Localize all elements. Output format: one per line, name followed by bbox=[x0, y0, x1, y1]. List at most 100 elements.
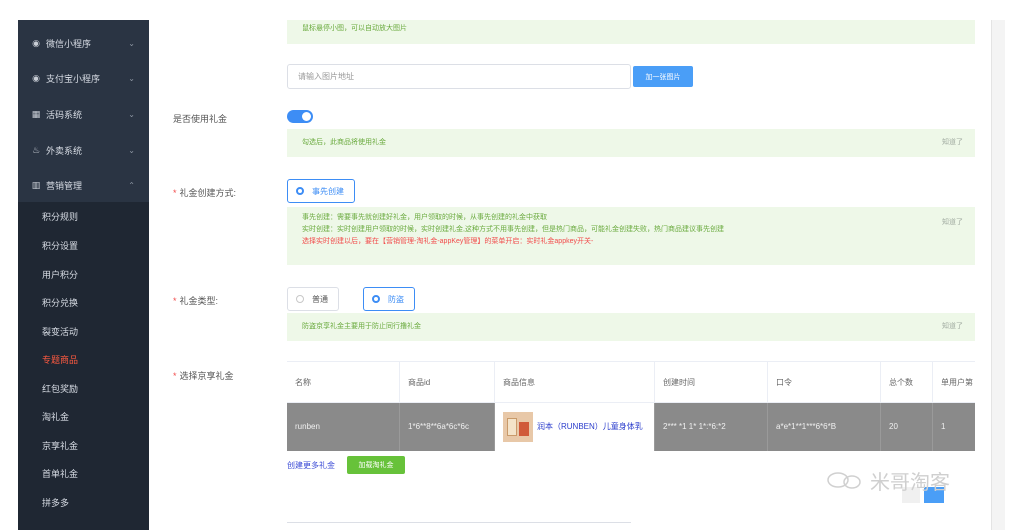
use-gift-toggle[interactable] bbox=[287, 110, 313, 123]
column-header: 商品id bbox=[400, 362, 495, 404]
cell-product-id: 1*6**8**6a*6c*6c bbox=[400, 403, 495, 451]
sidebar-subitem-points-rules[interactable]: 积分规则 bbox=[18, 202, 149, 230]
radio-label: 防盗 bbox=[388, 294, 404, 304]
cell-token: a*e*1**1***6*6*B bbox=[768, 403, 881, 451]
sidebar-subitem-label: 积分设置 bbox=[42, 240, 79, 251]
gift-type-label-text: 礼金类型: bbox=[179, 296, 219, 306]
use-gift-hint-text: 勾选后，此商品将使用礼金 bbox=[302, 139, 386, 146]
add-image-button[interactable]: 加一张图片 bbox=[633, 66, 693, 87]
column-header: 口令 bbox=[768, 362, 881, 404]
chevron-up-icon: ⌃ bbox=[128, 180, 135, 190]
sidebar-item-label: 微信小程序 bbox=[46, 38, 92, 49]
chevron-down-icon: ⌄ bbox=[128, 109, 135, 119]
radio-anti-theft[interactable]: 防盗 bbox=[363, 287, 415, 311]
cell-name: runben bbox=[287, 403, 400, 451]
gift-table: 名称 商品id 商品信息 创建时间 口令 总个数 单用户第 runben 1*6… bbox=[287, 361, 975, 451]
sidebar-item-alipay-miniprogram[interactable]: ◉ 支付宝小程序 ⌄ bbox=[18, 63, 149, 93]
sidebar-subitem-user-points[interactable]: 用户积分 bbox=[18, 260, 149, 288]
required-asterisk: * bbox=[173, 371, 177, 381]
sidebar-subitem-taobao-gift[interactable]: 淘礼金 bbox=[18, 402, 149, 430]
sidebar-subitem-points-settings[interactable]: 积分设置 bbox=[18, 231, 149, 259]
radio-normal[interactable]: 普通 bbox=[287, 287, 339, 311]
close-alert-button[interactable]: 知道了 bbox=[942, 129, 963, 157]
cell-product-info[interactable]: 润本（RUNBEN）儿童身体乳 bbox=[495, 403, 655, 451]
gift-create-label: * 礼金创建方式: bbox=[173, 186, 236, 199]
gift-type-hint-alert: 防盗京享礼金主要用于防止同行撸礼金 知道了 bbox=[287, 313, 975, 341]
load-taobao-gift-button[interactable]: 加载淘礼金 bbox=[347, 456, 405, 474]
radio-precreate[interactable]: 事先创建 bbox=[287, 179, 355, 203]
sidebar-subitem-label: 用户积分 bbox=[42, 269, 79, 280]
sidebar-subitem-label: 积分兑换 bbox=[42, 297, 79, 308]
sidebar-item-label: 外卖系统 bbox=[46, 145, 83, 156]
sidebar-subitem-pinduoduo[interactable]: 拼多多 bbox=[18, 488, 149, 516]
column-header: 名称 bbox=[287, 362, 400, 404]
cell-per-user: 1 bbox=[941, 422, 946, 431]
sidebar-subitem-label: 裂变活动 bbox=[42, 326, 79, 337]
takeout-icon: ♨ bbox=[31, 144, 41, 155]
use-gift-label: 是否使用礼金 bbox=[173, 114, 228, 124]
sidebar-item-qrcode-system[interactable]: ▦ 活码系统 ⌄ bbox=[18, 99, 149, 129]
sidebar-item-label: 活码系统 bbox=[46, 109, 83, 120]
close-alert-button[interactable]: 知道了 bbox=[942, 313, 963, 341]
chevron-down-icon: ⌄ bbox=[128, 145, 135, 155]
cell-total: 20 bbox=[881, 403, 933, 451]
column-header: 商品信息 bbox=[495, 362, 655, 404]
toggle-knob bbox=[302, 112, 311, 121]
watermark-text: 米哥淘客 bbox=[870, 470, 950, 494]
radio-label: 普通 bbox=[312, 294, 328, 304]
gift-create-hint-line: 事先创建：需要事先就创建好礼金，用户领取的时候，从事先创建的礼金中获取 bbox=[302, 214, 547, 221]
sidebar-item-takeout-system[interactable]: ♨ 外卖系统 ⌄ bbox=[18, 135, 149, 165]
radio-dot bbox=[296, 295, 304, 303]
sidebar-subitem-label: 京享礼金 bbox=[42, 440, 79, 451]
radio-dot bbox=[296, 187, 304, 195]
sidebar-subitem-first-order-gift[interactable]: 首单礼金 bbox=[18, 459, 149, 487]
main-content bbox=[149, 20, 991, 530]
sidebar-subitem-label: 首单礼金 bbox=[42, 468, 79, 479]
gift-create-warning: 选择实时创建以后，要在【营销管理-淘礼金-appKey管理】的菜单开启：实时礼金… bbox=[302, 238, 594, 245]
use-gift-hint-alert: 勾选后，此商品将使用礼金 知道了 bbox=[287, 129, 975, 157]
image-hint-text: 鼠标悬停小图，可以自动放大图片 bbox=[302, 25, 407, 32]
scrollbar[interactable] bbox=[991, 20, 1005, 530]
table-row[interactable]: runben 1*6**8**6a*6c*6c 润本（RUNBEN）儿童身体乳 … bbox=[287, 403, 975, 451]
image-hint-alert: 鼠标悬停小图，可以自动放大图片 bbox=[287, 20, 975, 44]
cell-created-time: 2*** *1 1* 1*:*6:*2 bbox=[655, 403, 768, 451]
sidebar-subitem-label: 红包奖励 bbox=[42, 383, 79, 394]
chevron-down-icon: ⌄ bbox=[128, 38, 135, 48]
sidebar-subitem-label: 积分规则 bbox=[42, 211, 79, 222]
wechat-icon: ◉ bbox=[32, 37, 40, 48]
sidebar-item-wechat-miniprogram[interactable]: ◉ 微信小程序 ⌄ bbox=[18, 28, 149, 58]
sidebar-item-label: 支付宝小程序 bbox=[46, 73, 101, 84]
sidebar-subitem-special-products[interactable]: 专题商品 bbox=[18, 345, 149, 373]
chevron-down-icon: ⌄ bbox=[128, 73, 135, 83]
select-gift-label: * 选择京享礼金 bbox=[173, 369, 234, 382]
required-asterisk: * bbox=[173, 188, 177, 198]
sidebar-subitem-label: 拼多多 bbox=[42, 497, 70, 508]
gift-type-hint-text: 防盗京享礼金主要用于防止同行撸礼金 bbox=[302, 323, 421, 330]
column-header: 总个数 bbox=[881, 362, 933, 404]
column-header: 创建时间 bbox=[655, 362, 768, 404]
wechat-watermark-icon bbox=[827, 472, 861, 489]
column-header: 单用户第 bbox=[941, 378, 973, 387]
sidebar-item-marketing[interactable]: ▥ 营销管理 ⌃ bbox=[18, 170, 149, 200]
sidebar-subitem-jd-gift[interactable]: 京享礼金 bbox=[18, 431, 149, 459]
sidebar: ◉ 微信小程序 ⌄ ◉ 支付宝小程序 ⌄ ▦ 活码系统 ⌄ ♨ 外卖系统 ⌄ ▥… bbox=[18, 20, 149, 530]
radio-label: 事先创建 bbox=[312, 186, 344, 196]
chart-icon: ▥ bbox=[31, 179, 41, 190]
required-asterisk: * bbox=[173, 296, 177, 306]
sidebar-subitem-label: 淘礼金 bbox=[42, 411, 70, 422]
product-info-text: 润本（RUNBEN）儿童身体乳 bbox=[537, 422, 643, 431]
table-header: 名称 商品id 商品信息 创建时间 口令 总个数 单用户第 bbox=[287, 361, 975, 404]
product-thumbnail bbox=[503, 411, 533, 442]
sidebar-subitem-points-exchange[interactable]: 积分兑换 bbox=[18, 288, 149, 316]
gift-create-label-text: 礼金创建方式: bbox=[179, 188, 237, 198]
sidebar-subitem-red-packet[interactable]: 红包奖励 bbox=[18, 374, 149, 402]
create-more-gift-link[interactable]: 创建更多礼金 bbox=[287, 460, 335, 471]
sidebar-item-label: 营销管理 bbox=[46, 180, 83, 191]
gift-create-hint-line: 实时创建：实时创建用户领取的时候，实时创建礼金,这种方式不用事先创建，但是热门商… bbox=[302, 226, 724, 233]
image-url-input[interactable]: 请输入图片地址 bbox=[287, 64, 631, 89]
sidebar-subitem-fission-activity[interactable]: 裂变活动 bbox=[18, 317, 149, 345]
close-alert-button[interactable]: 知道了 bbox=[942, 217, 963, 229]
alipay-icon: ◉ bbox=[32, 72, 40, 83]
gift-create-hint-alert: 事先创建：需要事先就创建好礼金，用户领取的时候，从事先创建的礼金中获取 实时创建… bbox=[287, 207, 975, 265]
radio-dot bbox=[372, 295, 380, 303]
